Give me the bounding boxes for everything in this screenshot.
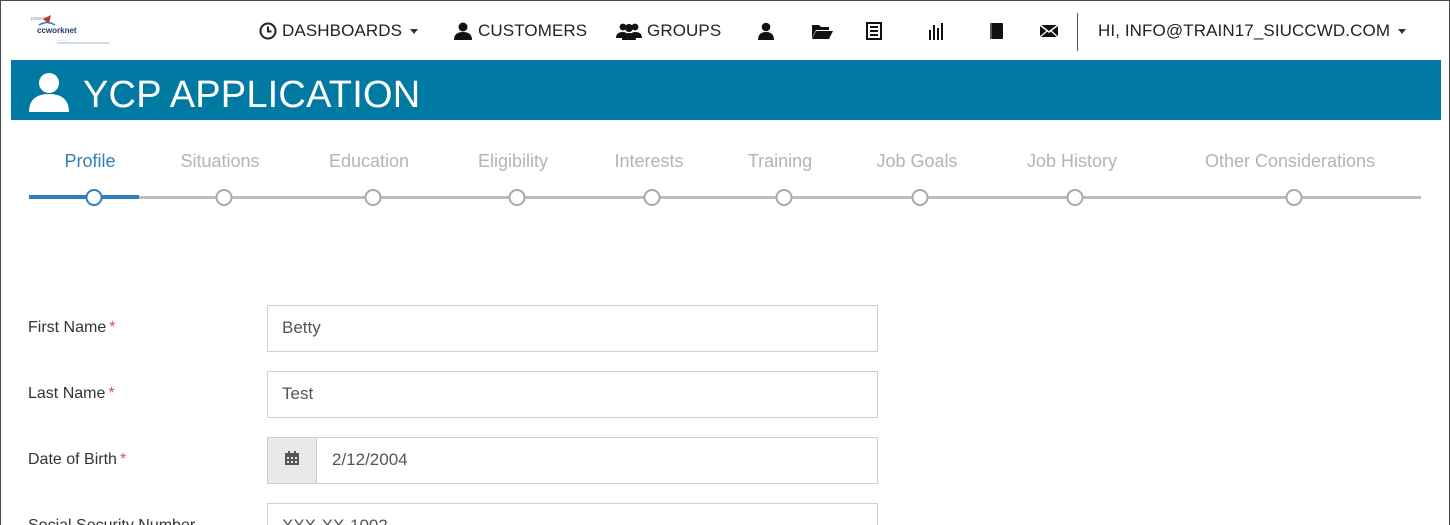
top-navbar: powered ccworknet ......... DASHBOARDS C… <box>1 1 1449 60</box>
user-menu[interactable]: HI, INFO@TRAIN17_SIUCCWD.COM <box>1098 19 1407 43</box>
step-profile-dot[interactable] <box>85 189 103 206</box>
step-profile-label[interactable]: Profile <box>64 151 115 172</box>
nav-divider <box>1077 13 1078 51</box>
step-other-considerations-dot[interactable] <box>1285 189 1303 206</box>
step-training-label[interactable]: Training <box>748 151 812 172</box>
date-of-birth-label: Date of Birth * <box>28 451 127 468</box>
first-name-input[interactable]: Betty <box>267 305 878 352</box>
step-situations-label[interactable]: Situations <box>180 151 259 172</box>
logo-text: ccworknet <box>37 26 77 35</box>
book-icon[interactable] <box>985 21 1007 41</box>
list-alt-icon[interactable] <box>863 21 885 41</box>
step-education-dot[interactable] <box>364 189 382 206</box>
first-name-row: First Name * Betty <box>1 305 1001 353</box>
dashboards-menu[interactable]: DASHBOARDS <box>259 19 419 43</box>
step-education-label[interactable]: Education <box>329 151 409 172</box>
ssn-label: Social Security Number <box>28 517 195 525</box>
step-job-history-label[interactable]: Job History <box>1027 151 1117 172</box>
required-marker: * <box>119 451 127 468</box>
wizard-track <box>29 196 1421 199</box>
step-job-goals-dot[interactable] <box>911 189 929 206</box>
user-menu-label: HI, INFO@TRAIN17_SIUCCWD.COM <box>1098 21 1391 40</box>
person-icon[interactable] <box>755 21 777 41</box>
ssn-row: Social Security Number XXX-XX-1002 <box>1 503 1001 525</box>
wizard-track-progress <box>29 195 139 199</box>
groups-link[interactable]: GROUPS <box>616 19 721 43</box>
wizard-steps: Profile Situations Education Eligibility… <box>1 121 1449 231</box>
step-job-goals-label[interactable]: Job Goals <box>876 151 957 172</box>
last-name-label: Last Name * <box>28 385 115 402</box>
required-marker: * <box>109 319 116 336</box>
clock-icon <box>259 22 277 40</box>
customers-label: CUSTOMERS <box>478 21 588 40</box>
dashboards-label: DASHBOARDS <box>282 21 403 40</box>
required-marker: * <box>108 385 115 402</box>
customers-link[interactable]: CUSTOMERS <box>453 19 587 43</box>
folder-open-icon[interactable] <box>811 21 833 41</box>
chevron-down-icon <box>410 28 419 34</box>
ssn-input[interactable]: XXX-XX-1002 <box>267 503 878 525</box>
chevron-down-icon <box>1398 28 1407 34</box>
calendar-icon <box>284 450 300 471</box>
user-icon <box>27 72 73 112</box>
user-icon <box>453 22 473 40</box>
last-name-row: Last Name * Test <box>1 371 1001 419</box>
svg-text:.........: ......... <box>57 37 67 42</box>
step-other-considerations-label[interactable]: Other Considerations <box>1205 151 1375 172</box>
app-logo[interactable]: powered ccworknet ......... <box>27 11 119 55</box>
step-training-dot[interactable] <box>775 189 793 206</box>
app-window: powered ccworknet ......... DASHBOARDS C… <box>0 0 1450 525</box>
page-title: YCP APPLICATION <box>83 74 421 116</box>
step-interests-label[interactable]: Interests <box>614 151 683 172</box>
stats-icon[interactable] <box>925 21 947 41</box>
date-of-birth-input[interactable]: 2/12/2004 <box>267 437 878 484</box>
date-of-birth-row: Date of Birth * 2/12/2004 <box>1 437 1001 485</box>
envelope-icon[interactable] <box>1038 21 1060 41</box>
first-name-label: First Name * <box>28 319 116 336</box>
group-icon <box>616 22 642 40</box>
last-name-input[interactable]: Test <box>267 371 878 418</box>
calendar-button[interactable] <box>267 437 317 484</box>
groups-label: GROUPS <box>647 21 722 40</box>
step-eligibility-dot[interactable] <box>508 189 526 206</box>
step-interests-dot[interactable] <box>643 189 661 206</box>
step-job-history-dot[interactable] <box>1066 189 1084 206</box>
step-situations-dot[interactable] <box>215 189 233 206</box>
step-eligibility-label[interactable]: Eligibility <box>478 151 548 172</box>
page-banner: YCP APPLICATION <box>11 60 1441 120</box>
